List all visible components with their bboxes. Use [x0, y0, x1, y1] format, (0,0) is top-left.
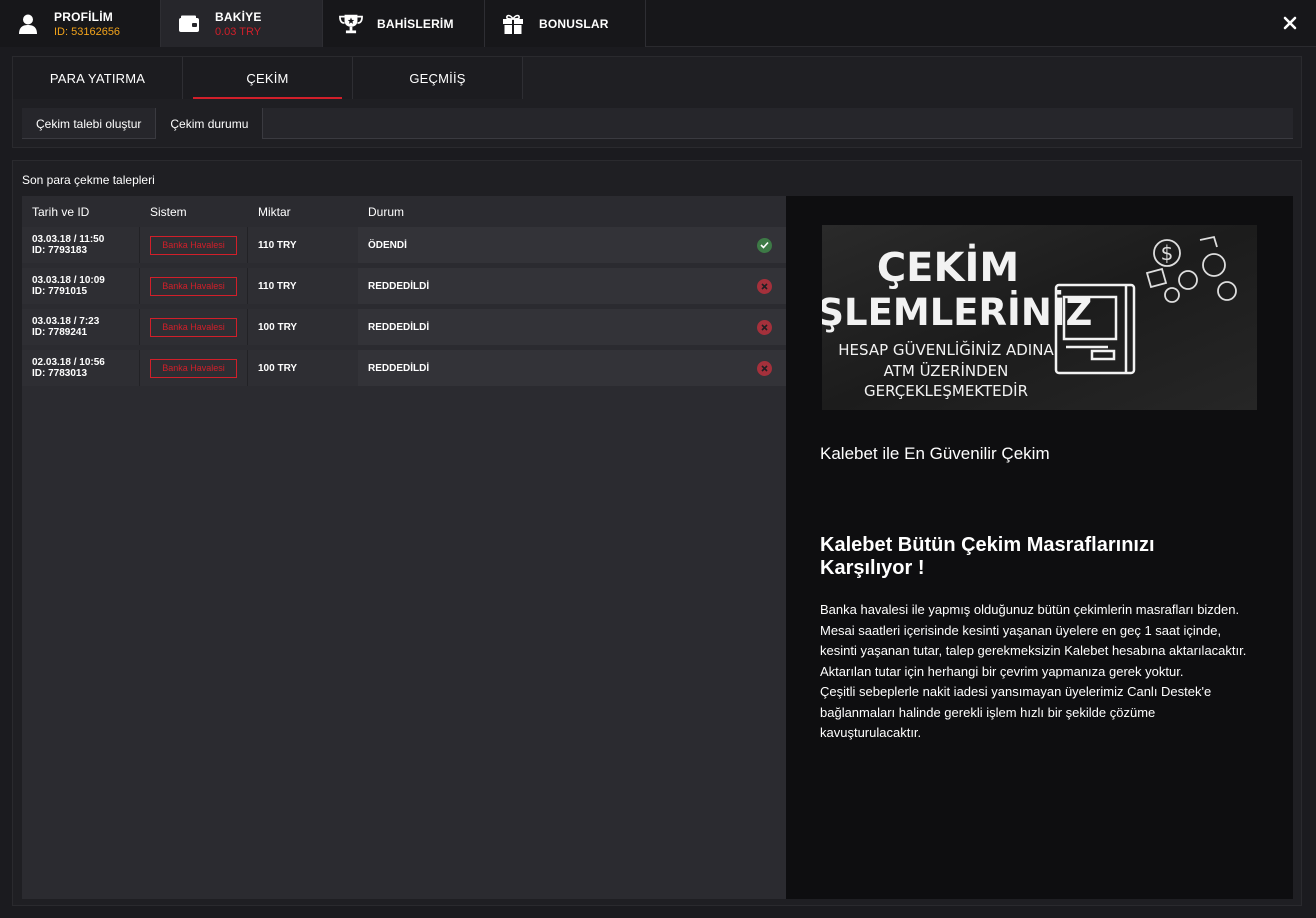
- withdraw-tabs-panel: PARA YATIRMA ÇEKİM GEÇMİİŞ Çekim talebi …: [12, 56, 1302, 148]
- trophy-icon: [339, 12, 363, 36]
- tab-withdraw-status[interactable]: Çekim durumu: [156, 108, 264, 139]
- reject-icon: [757, 278, 772, 294]
- tab-create-withdraw-request[interactable]: Çekim talebi oluştur: [22, 108, 157, 139]
- row-id: ID: 7793183: [32, 245, 88, 256]
- row-id: ID: 7783013: [32, 368, 88, 379]
- row-id: ID: 7789241: [32, 327, 88, 338]
- profile-id: ID: 53162656: [54, 25, 121, 38]
- row-amount: 110 TRY: [248, 268, 358, 304]
- header-date-id: Tarih ve ID: [32, 204, 90, 219]
- info-paragraph: Banka havalesi ile yapmış olduğunuz bütü…: [820, 602, 1240, 617]
- banner-line3: HESAP GÜVENLİĞİNİZ ADINA: [838, 340, 1054, 359]
- info-heading: Kalebet ile En Güvenilir Çekim: [820, 444, 1050, 463]
- check-icon: [757, 237, 772, 253]
- row-amount: 100 TRY: [248, 309, 358, 345]
- row-status: ÖDENDİ: [368, 239, 407, 251]
- tab-bonuses-label: BONUSLAR: [539, 16, 609, 31]
- row-status: REDDEDİLDİ: [368, 362, 430, 374]
- tab-bonuses[interactable]: BONUSLAR: [485, 0, 646, 47]
- reject-icon: [757, 319, 772, 335]
- balance-amount: 0.03 TRY: [215, 25, 262, 38]
- withdraw-status-panel: Son para çekme talepleri Tarih ve ID Sis…: [12, 160, 1302, 906]
- tab-my-bets[interactable]: BAHİSLERİM: [323, 0, 485, 47]
- subtabs: PARA YATIRMA ÇEKİM GEÇMİİŞ: [13, 57, 523, 99]
- withdraw-subtabs: Çekim talebi oluştur Çekim durumu: [22, 108, 1293, 139]
- system-badge: Banka Havalesi: [150, 317, 237, 337]
- banner-line1: ÇEKİM: [877, 243, 1019, 291]
- tab-history[interactable]: GEÇMİİŞ: [353, 57, 523, 99]
- row-date: 02.03.18 / 10:56: [32, 357, 105, 368]
- info-panel: ÇEKİM İŞLEMLERİNİZ HESAP GÜVENLİĞİNİZ AD…: [786, 196, 1293, 899]
- tab-deposit[interactable]: PARA YATIRMA: [13, 57, 183, 99]
- table-header: Tarih ve ID Sistem Miktar Durum: [22, 196, 786, 227]
- row-date: 03.03.18 / 10:09: [32, 275, 105, 286]
- row-date: 03.03.18 / 7:23: [32, 316, 100, 327]
- tab-balance-label: BAKİYE: [215, 9, 262, 24]
- svg-text:$: $: [1161, 241, 1174, 265]
- header-amount: Miktar: [258, 204, 291, 219]
- top-navigation: PROFİLİM ID: 53162656 BAKİYE 0.03 TRY BA…: [0, 0, 1316, 47]
- reject-icon: [757, 360, 772, 376]
- section-title: Son para çekme talepleri: [22, 173, 155, 187]
- withdraw-banner: ÇEKİM İŞLEMLERİNİZ HESAP GÜVENLİĞİNİZ AD…: [822, 225, 1257, 410]
- table-row: 03.03.18 / 11:50 ID: 7793183 Banka Haval…: [22, 227, 786, 263]
- row-date: 03.03.18 / 11:50: [32, 234, 105, 245]
- system-badge: Banka Havalesi: [150, 358, 237, 378]
- gift-icon: [501, 12, 525, 36]
- banner-line2: İŞLEMLERİNİZ: [822, 290, 1092, 334]
- banner-line4: ATM ÜZERİNDEN: [884, 361, 1009, 380]
- tab-profile[interactable]: PROFİLİM ID: 53162656: [0, 0, 161, 47]
- wallet-icon: [177, 12, 201, 36]
- banner-line5: GERÇEKLEŞMEKTEDİR: [864, 381, 1028, 400]
- info-paragraph: Aktarılan tutar için herhangi bir çevrim…: [820, 663, 1184, 679]
- withdraw-requests-table: Tarih ve ID Sistem Miktar Durum 03.03.18…: [22, 196, 786, 899]
- system-badge: Banka Havalesi: [150, 276, 237, 296]
- row-id: ID: 7791015: [32, 286, 88, 297]
- info-title: Kalebet Bütün Çekim Masraflarınızı Karşı…: [820, 534, 1155, 579]
- tab-withdraw[interactable]: ÇEKİM: [183, 57, 353, 99]
- tab-profile-label: PROFİLİM: [54, 9, 113, 24]
- tab-balance[interactable]: BAKİYE 0.03 TRY: [161, 0, 323, 47]
- info-paragraph: Çeşitli sebeplerle nakit iadesi yansımay…: [820, 684, 1212, 740]
- table-row: 02.03.18 / 10:56 ID: 7783013 Banka Haval…: [22, 350, 786, 386]
- tab-my-bets-label: BAHİSLERİM: [377, 16, 454, 31]
- info-paragraph: Mesai saatleri içerisinde kesinti yaşana…: [820, 622, 1247, 659]
- row-status: REDDEDİLDİ: [368, 280, 430, 292]
- row-amount: 110 TRY: [248, 227, 358, 263]
- table-row: 03.03.18 / 10:09 ID: 7791015 Banka Haval…: [22, 268, 786, 304]
- info-body: Banka havalesi ile yapmış olduğunuz bütü…: [820, 600, 1250, 744]
- header-system: Sistem: [150, 204, 187, 219]
- header-status: Durum: [368, 204, 405, 219]
- user-icon: [16, 12, 40, 36]
- row-amount: 100 TRY: [248, 350, 358, 386]
- table-row: 03.03.18 / 7:23 ID: 7789241 Banka Havale…: [22, 309, 786, 345]
- row-status: REDDEDİLDİ: [368, 321, 430, 333]
- close-icon[interactable]: [1280, 13, 1300, 33]
- system-badge: Banka Havalesi: [150, 235, 237, 255]
